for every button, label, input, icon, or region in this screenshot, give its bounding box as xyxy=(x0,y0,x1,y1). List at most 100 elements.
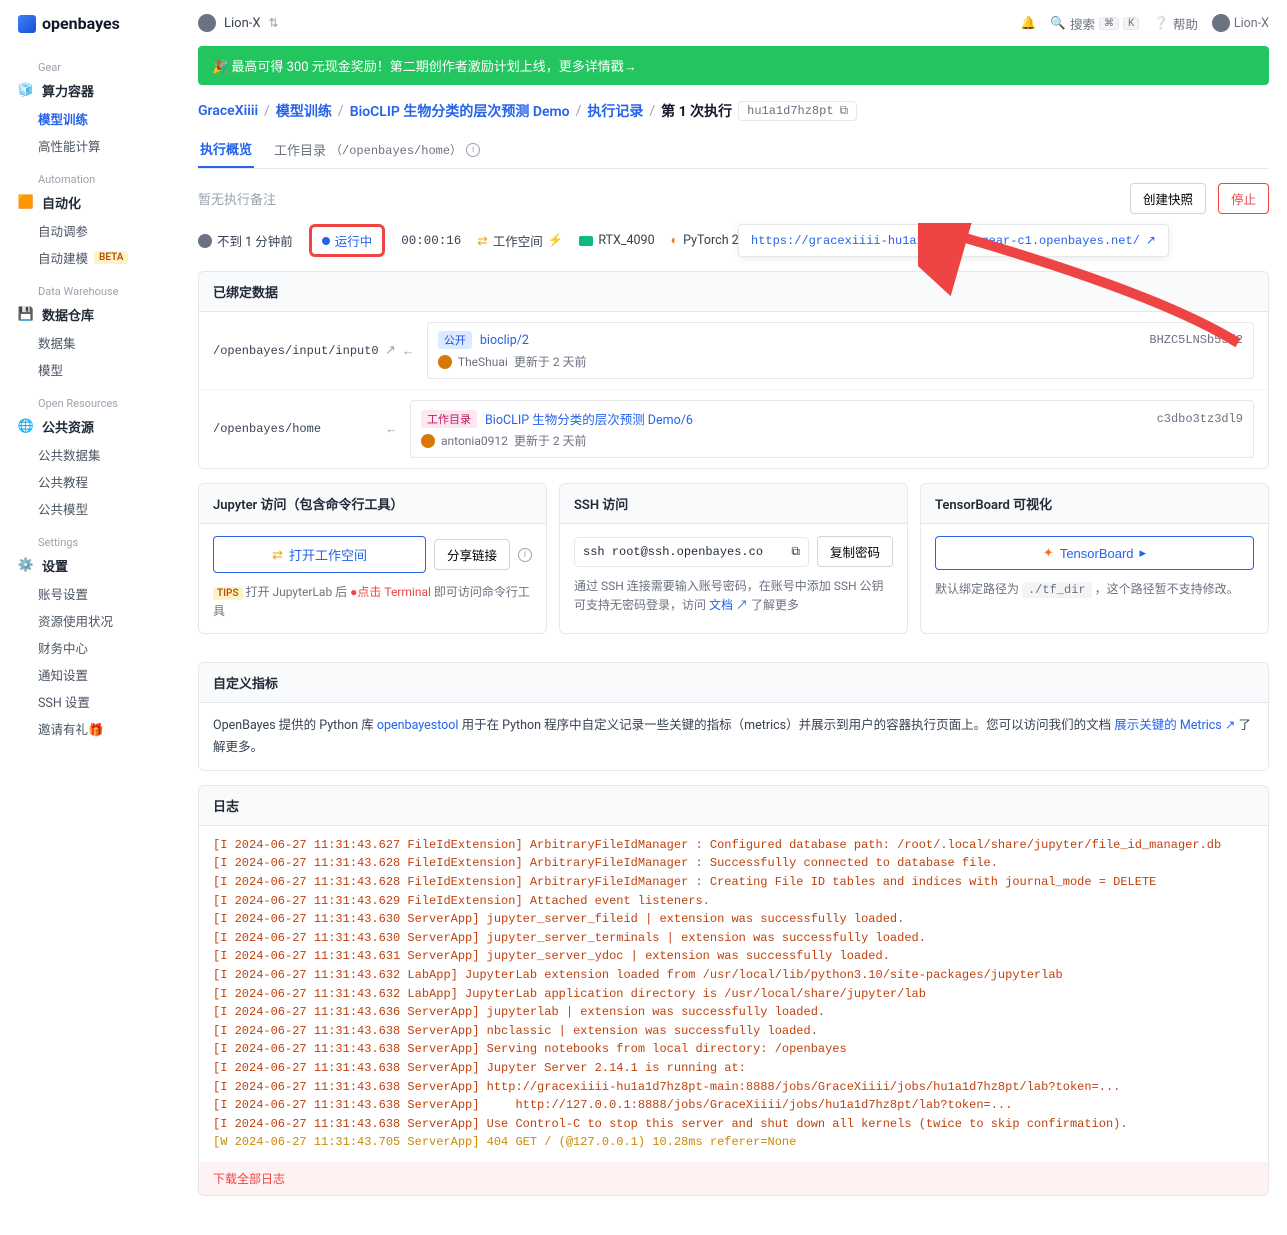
tab-overview[interactable]: 执行概览 xyxy=(198,131,254,168)
nav-section-label: Gear xyxy=(0,55,180,76)
open-workspace-button[interactable]: ⇄ 打开工作空间 xyxy=(213,536,426,573)
copy-icon[interactable]: ⧉ xyxy=(840,104,849,118)
metrics-title: 自定义指标 xyxy=(199,663,1268,703)
sidebar-item[interactable]: 自动调参 xyxy=(0,217,180,244)
breadcrumb-section[interactable]: 模型训练 xyxy=(276,101,332,121)
kbd-k: K xyxy=(1123,17,1139,30)
metrics-text: OpenBayes 提供的 Python 库 openbayestool 用于在… xyxy=(199,703,1268,770)
nav-section-label: Data Warehouse xyxy=(0,279,180,300)
avatar-icon xyxy=(421,434,435,448)
nav-heading[interactable]: 🟧自动化 xyxy=(0,188,180,217)
status-time: 不到 1 分钟前 xyxy=(198,231,293,250)
breadcrumb-runs[interactable]: 执行记录 xyxy=(587,101,643,121)
topbar: Lion-X ⇅ 🔔 🔍 搜索 ⌘ K ❔ 帮助 Lion-X xyxy=(180,0,1287,46)
search-label: 搜索 xyxy=(1070,14,1095,33)
kbd-cmd: ⌘ xyxy=(1099,17,1119,30)
exec-note: 暂无执行备注 xyxy=(198,189,1118,208)
tab-workdir[interactable]: 工作目录 （/openbayes/home） i xyxy=(272,131,482,168)
sidebar-item[interactable]: 邀请有礼🎁 xyxy=(0,715,180,742)
help-button[interactable]: ❔ 帮助 xyxy=(1153,14,1198,33)
sidebar-item[interactable]: SSH 设置 xyxy=(0,688,180,715)
avatar-icon xyxy=(198,14,216,32)
nav-heading[interactable]: 💾数据仓库 xyxy=(0,300,180,329)
sidebar: openbayes Gear🧊算力容器模型训练高性能计算Automation🟧自… xyxy=(0,0,180,1234)
sidebar-item[interactable]: 自动建模BETA xyxy=(0,244,180,271)
avatar-icon xyxy=(438,355,452,369)
logs-content[interactable]: [I 2024-06-27 11:31:43.627 FileIdExtensi… xyxy=(199,826,1268,1162)
api-url-popover[interactable]: https://gracexiiii-hu1a1d7hz8pt.gear-c1.… xyxy=(738,224,1169,257)
snapshot-button[interactable]: 创建快照 xyxy=(1130,183,1206,214)
avatar-icon xyxy=(1212,14,1230,32)
brand-logo[interactable]: openbayes xyxy=(0,14,180,51)
bound-card[interactable]: 公开 bioclip/2 BHZC5LNSb55/2 TheShuai 更新于 … xyxy=(427,322,1254,379)
external-link-icon: ↗ xyxy=(1225,718,1235,733)
sidebar-item[interactable]: 通知设置 xyxy=(0,661,180,688)
metrics-panel: 自定义指标 OpenBayes 提供的 Python 库 openbayesto… xyxy=(198,662,1269,771)
nav-heading-icon: 🟧 xyxy=(18,195,34,211)
arrow-left-icon[interactable]: ← xyxy=(402,343,415,359)
external-link-icon[interactable]: ↗ xyxy=(1146,233,1156,248)
stop-button[interactable]: 停止 xyxy=(1218,183,1269,214)
expand-icon[interactable]: ↗ xyxy=(385,343,396,359)
copy-password-button[interactable]: 复制密码 xyxy=(817,536,893,567)
status-running: 运行中 xyxy=(309,224,386,257)
bound-id: c3dbo3tz3dl9 xyxy=(1157,412,1243,426)
tensorboard-tips: 默认绑定路径为 ./tf_dir ，这个路径暂不支持修改。 xyxy=(935,580,1254,600)
bound-data-row: /openbayes/input/input0 ↗ ← 公开 bioclip/2 … xyxy=(199,312,1268,389)
sidebar-item[interactable]: 高性能计算 xyxy=(0,132,180,159)
user-name: Lion-X xyxy=(1234,16,1269,31)
tensorboard-title: TensorBoard 可视化 xyxy=(921,484,1268,524)
breadcrumb: GraceXiiii/ 模型训练/ BioCLIP 生物分类的层次预测 Demo… xyxy=(198,101,1269,121)
sidebar-item[interactable]: 数据集 xyxy=(0,329,180,356)
workspace-icon: ⇄ xyxy=(477,233,487,249)
ssh-doc-link[interactable]: 文档 ↗ xyxy=(709,598,748,612)
arrow-left-icon[interactable]: ← xyxy=(385,421,398,437)
promo-banner[interactable]: 🎉 最高可得 300 元现金奖励！第二期创作者激励计划上线，更多详情戳→ xyxy=(198,46,1269,85)
ssh-command[interactable]: ssh root@ssh.openbayes.co ⧉ xyxy=(574,537,809,567)
sidebar-item[interactable]: 财务中心 xyxy=(0,634,180,661)
sidebar-item[interactable]: 账号设置 xyxy=(0,580,180,607)
bound-path: /openbayes/input/input0 xyxy=(213,344,373,358)
tabs: 执行概览 工作目录 （/openbayes/home） i xyxy=(198,131,1269,169)
help-icon: ❔ xyxy=(1153,16,1169,31)
bound-card[interactable]: 工作目录 BioCLIP 生物分类的层次预测 Demo/6 c3dbo3tz3d… xyxy=(410,400,1254,458)
copy-icon[interactable]: ⧉ xyxy=(791,545,800,559)
download-logs-button[interactable]: 下载全部日志 xyxy=(199,1162,1268,1195)
bound-link[interactable]: BioCLIP 生物分类的层次预测 Demo/6 xyxy=(485,409,693,428)
bound-path: /openbayes/home xyxy=(213,422,373,436)
sidebar-item[interactable]: 资源使用状况 xyxy=(0,607,180,634)
pytorch-icon: ◐ xyxy=(671,233,679,248)
beta-badge: BETA xyxy=(94,251,128,264)
bound-data-panel: 已绑定数据 /openbayes/input/input0 ↗← 公开 bioc… xyxy=(198,271,1269,469)
sidebar-item[interactable]: 模型训练 xyxy=(0,105,180,132)
nav-heading[interactable]: 🧊算力容器 xyxy=(0,76,180,105)
help-label: 帮助 xyxy=(1173,14,1198,33)
share-link-button[interactable]: 分享链接 xyxy=(434,539,510,570)
breadcrumb-user[interactable]: GraceXiiii xyxy=(198,103,258,119)
job-id-chip[interactable]: hu1a1d7hz8pt ⧉ xyxy=(738,101,857,121)
workspace-icon: ⇄ xyxy=(272,547,283,563)
bound-data-row: /openbayes/home ← 工作目录 BioCLIP 生物分类的层次预测… xyxy=(199,389,1268,468)
sidebar-item[interactable]: 模型 xyxy=(0,356,180,383)
bell-icon[interactable]: 🔔 xyxy=(1021,16,1037,31)
info-icon: i xyxy=(466,143,480,157)
bound-link[interactable]: bioclip/2 xyxy=(480,333,529,348)
search-button[interactable]: 🔍 搜索 ⌘ K xyxy=(1050,14,1139,33)
ssh-panel: SSH 访问 ssh root@ssh.openbayes.co ⧉ 复制密码 … xyxy=(559,483,908,634)
sidebar-item[interactable]: 公共模型 xyxy=(0,495,180,522)
tensorboard-button[interactable]: ✦ TensorBoard ▸ xyxy=(935,536,1254,570)
metrics-doc-link[interactable]: 展示关键的 Metrics ↗ xyxy=(1114,718,1235,733)
sidebar-item[interactable]: 公共教程 xyxy=(0,468,180,495)
nav-heading-icon: ⚙️ xyxy=(18,558,34,574)
breadcrumb-project[interactable]: BioCLIP 生物分类的层次预测 Demo xyxy=(350,101,570,121)
workspace-switcher[interactable]: Lion-X ⇅ xyxy=(198,14,279,32)
jupyter-title: Jupyter 访问（包含命令行工具） xyxy=(199,484,546,524)
nav-heading[interactable]: ⚙️设置 xyxy=(0,551,180,580)
info-icon[interactable]: i xyxy=(518,548,532,562)
brand-icon xyxy=(18,15,36,33)
openbayestool-link[interactable]: openbayestool xyxy=(377,718,459,733)
sidebar-item[interactable]: 公共数据集 xyxy=(0,441,180,468)
user-menu[interactable]: Lion-X xyxy=(1212,14,1269,32)
nav-heading[interactable]: 🌐公共资源 xyxy=(0,412,180,441)
nav-section-label: Automation xyxy=(0,167,180,188)
